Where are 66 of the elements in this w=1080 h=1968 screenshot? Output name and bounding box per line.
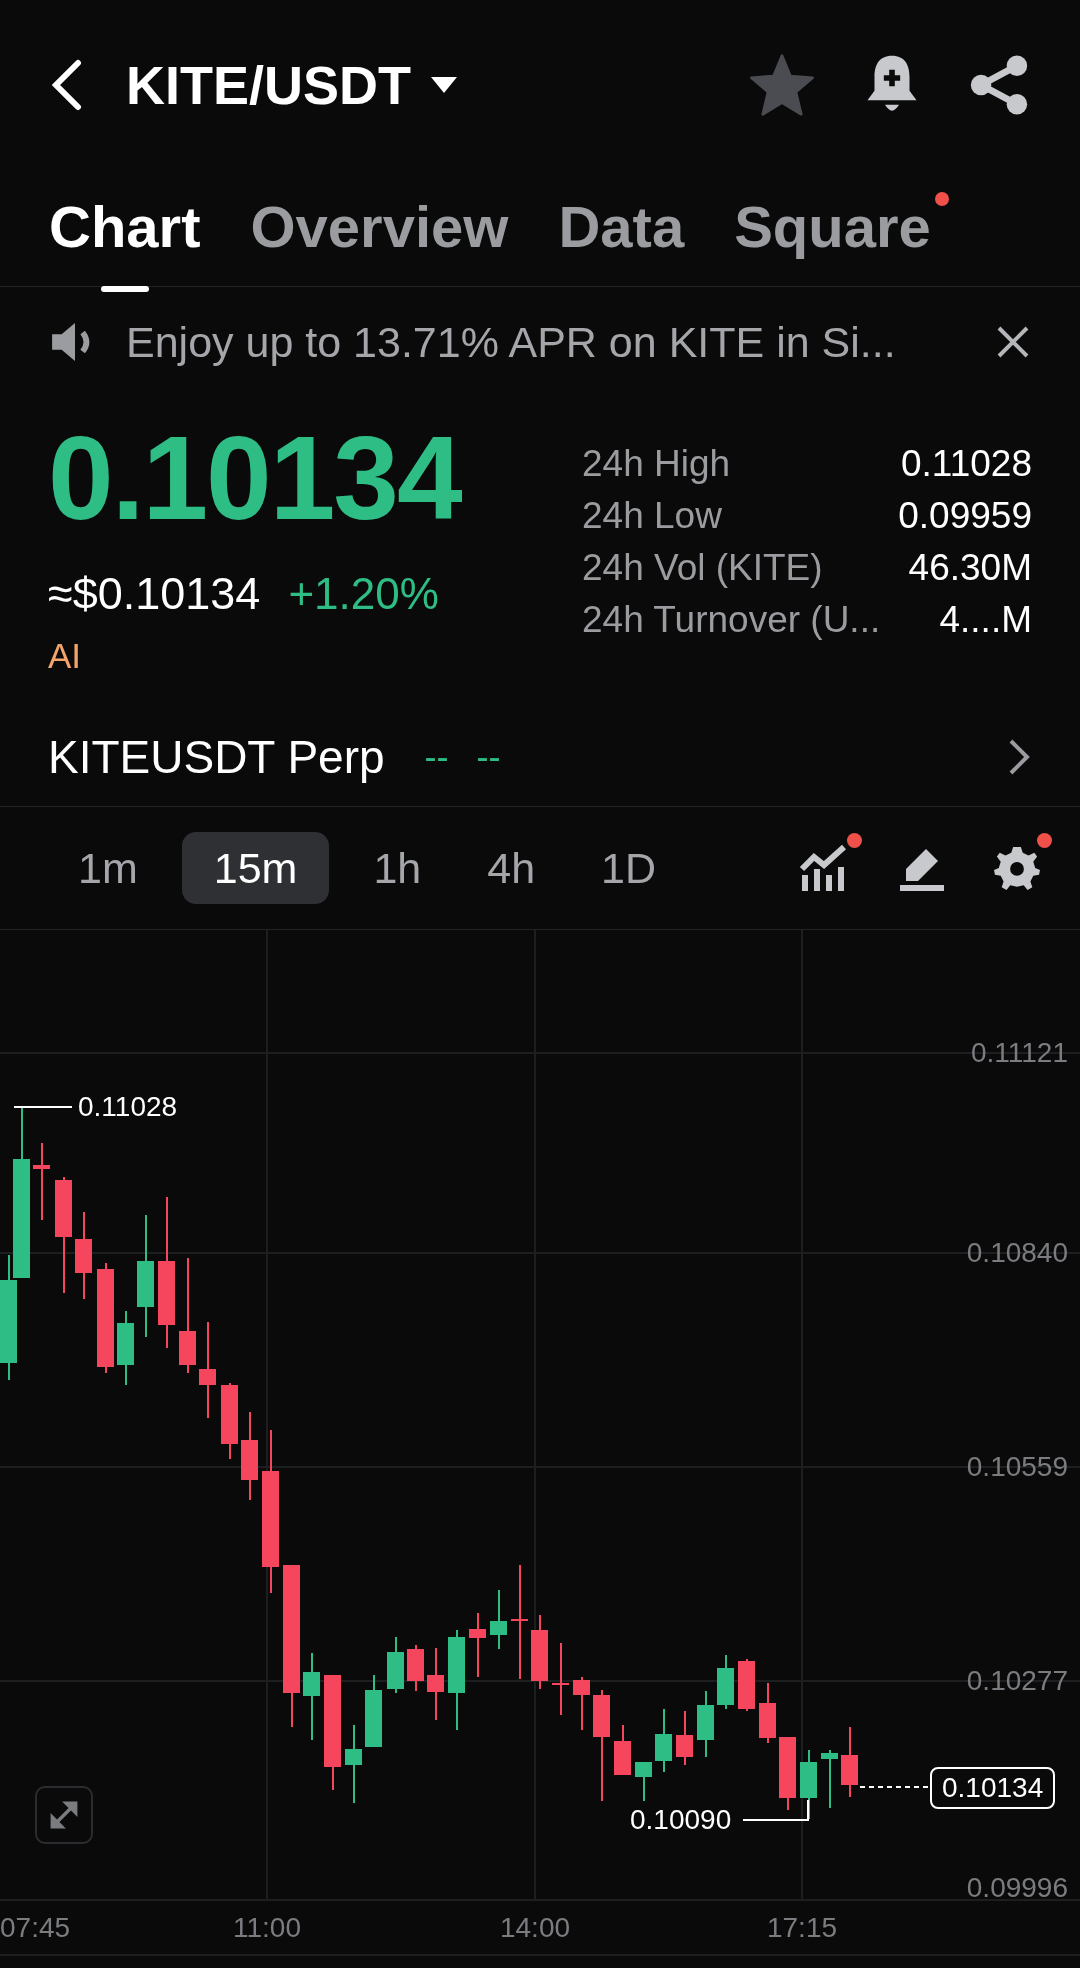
- stat-value: 46.30M: [908, 549, 1032, 586]
- promo-banner-text[interactable]: Enjoy up to 13.71% APR on KITE in Si...: [126, 309, 896, 375]
- tab[interactable]: Data: [558, 198, 685, 264]
- expand-icon: [50, 1801, 78, 1829]
- caret-down-icon[interactable]: [429, 75, 459, 95]
- share-icon[interactable]: [968, 53, 1030, 117]
- candle: [738, 1658, 755, 1712]
- tab[interactable]: Overview: [250, 198, 509, 264]
- candle: [387, 1636, 404, 1694]
- time-axis-label: 17:15: [766, 1914, 838, 1942]
- leader-line: [13, 1106, 73, 1108]
- chevron-right-icon[interactable]: [1008, 737, 1030, 776]
- star-icon[interactable]: [748, 53, 816, 117]
- candle: [573, 1676, 590, 1731]
- current-price-tag: 0.10134: [930, 1767, 1056, 1809]
- timeframe-tab[interactable]: 1D: [579, 832, 679, 904]
- timeframe-tab[interactable]: 1m: [56, 832, 160, 904]
- candle: [800, 1749, 817, 1820]
- price-axis-label: 0.11121: [970, 1039, 1068, 1067]
- ai-tag[interactable]: AI: [48, 638, 82, 673]
- candle: [655, 1708, 672, 1773]
- candle: [614, 1724, 631, 1776]
- leader-line: [742, 1799, 809, 1821]
- settings-icon[interactable]: [994, 845, 1040, 891]
- stat-value: 0.11028: [901, 445, 1032, 482]
- timeframe-tab[interactable]: 15m: [181, 832, 330, 904]
- stat-value: 4....M: [939, 601, 1032, 638]
- candle: [635, 1761, 652, 1802]
- price-axis-label: 0.10559: [966, 1453, 1068, 1481]
- perp-change: --: [476, 738, 501, 775]
- candle: [697, 1690, 714, 1758]
- perp-price: --: [424, 738, 449, 775]
- price-change: +1.20%: [288, 571, 439, 616]
- candle: [717, 1654, 734, 1710]
- candle: [469, 1612, 486, 1678]
- candle: [821, 1749, 838, 1809]
- time-axis-label: 14:00: [499, 1914, 571, 1942]
- stat-value: 0.09959: [898, 497, 1032, 534]
- stat-label: 24h Low: [582, 497, 722, 534]
- fullscreen-button[interactable]: [35, 1786, 93, 1844]
- leader-line: [859, 1786, 929, 1788]
- stat-label: 24h High: [582, 445, 731, 482]
- active-tab-indicator: [100, 286, 149, 292]
- tab[interactable]: Square: [734, 198, 931, 264]
- stat-label: 24h Turnover (U...: [582, 601, 881, 638]
- timeframe-tab[interactable]: 1h: [351, 832, 444, 904]
- close-icon[interactable]: [996, 325, 1030, 359]
- candle: [407, 1644, 424, 1692]
- candle: [841, 1726, 858, 1798]
- candle: [490, 1589, 507, 1650]
- tab[interactable]: Chart: [49, 198, 201, 264]
- pair-title[interactable]: KITE/USDT: [126, 58, 411, 112]
- time-axis-label: 07:45: [0, 1914, 71, 1942]
- usd-price: ≈$0.10134: [48, 571, 261, 616]
- stat-label: 24h Vol (KITE): [582, 549, 823, 586]
- timeframe-tab[interactable]: 4h: [465, 832, 558, 904]
- price-axis-label: 0.09996: [966, 1874, 1068, 1902]
- candle: [676, 1710, 693, 1766]
- last-price: 0.10134: [48, 419, 461, 537]
- time-axis-label: 11:00: [233, 1914, 301, 1942]
- back-icon[interactable]: [50, 59, 84, 111]
- price-axis-label: 0.10840: [966, 1239, 1068, 1267]
- low-price-label: 0.10090: [630, 1806, 732, 1834]
- candle: [759, 1682, 776, 1744]
- price-axis-label: 0.10277: [966, 1667, 1068, 1695]
- high-price-label: 0.11028: [78, 1093, 178, 1121]
